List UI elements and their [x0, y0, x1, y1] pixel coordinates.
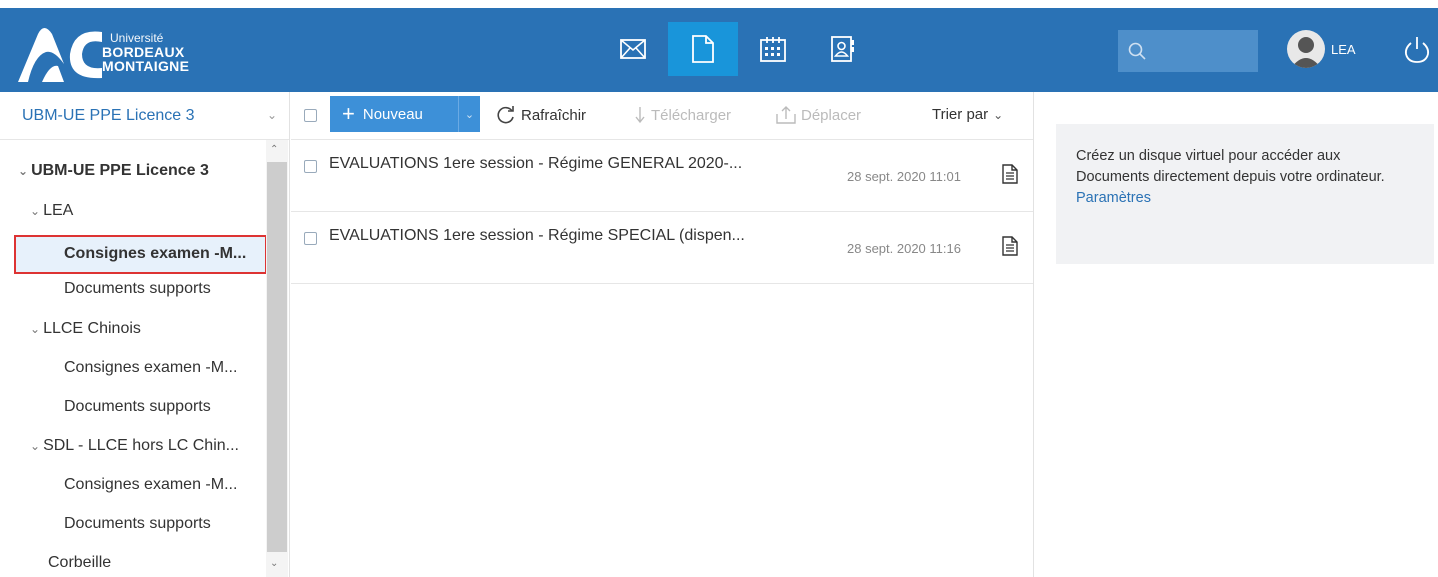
chevron-down-icon: ⌄	[993, 107, 1004, 122]
mail-icon	[620, 39, 646, 59]
search-icon	[1128, 42, 1146, 60]
scroll-down-icon[interactable]: ⌄	[270, 558, 278, 569]
user-menu[interactable]: LEA	[1287, 30, 1356, 68]
avatar	[1287, 30, 1325, 68]
scroll-up-icon[interactable]: ⌃	[270, 144, 278, 155]
download-label: Télécharger	[651, 106, 732, 124]
new-button-label: Nouveau	[362, 105, 423, 123]
download-button[interactable]: Télécharger	[634, 106, 731, 124]
pane-divider	[1033, 92, 1034, 577]
app-documents-button[interactable]	[668, 22, 738, 76]
tree-item-label: UBM-UE PPE Licence 3	[31, 162, 209, 179]
tree-item-label: Documents supports	[64, 515, 211, 532]
file-date: 28 sept. 2020 11:16	[847, 241, 961, 256]
folder-sidebar: UBM-UE PPE Licence 3 ⌄ ⌄ UBM-UE PPE Licen…	[0, 92, 290, 577]
tree-item-label: Documents supports	[64, 398, 211, 415]
file-checkbox[interactable]	[304, 232, 317, 245]
app-switcher	[598, 22, 878, 76]
logout-button[interactable]	[1404, 36, 1430, 69]
file-checkbox[interactable]	[304, 160, 317, 173]
tree-item-label: Consignes examen -M...	[64, 359, 238, 376]
contacts-icon	[831, 36, 854, 62]
chevron-down-icon: ⌄	[30, 204, 41, 218]
file-document-icon	[1002, 164, 1018, 184]
file-date: 28 sept. 2020 11:01	[847, 169, 961, 184]
tree-item-label: Consignes examen -M...	[64, 476, 238, 493]
app-calendar-button[interactable]	[738, 22, 808, 76]
tree-item-sdl-documents[interactable]: Documents supports	[64, 515, 211, 533]
search-input[interactable]	[1118, 30, 1258, 72]
drive-select-label: UBM-UE PPE Licence 3	[22, 106, 195, 124]
user-name: LEA	[1331, 41, 1356, 57]
chevron-down-icon: ⌄	[266, 108, 277, 122]
tree-item-label: Corbeille	[48, 554, 112, 571]
power-icon	[1404, 37, 1430, 63]
move-button[interactable]: Déplacer	[776, 106, 861, 124]
file-name: EVALUATIONS 1ere session - Régime GENERA…	[329, 155, 743, 172]
new-button[interactable]: + Nouveau ⌄	[330, 96, 480, 132]
chevron-down-icon: ⌄	[18, 164, 29, 178]
document-icon	[692, 35, 714, 63]
sort-button[interactable]: Trier par ⌄	[932, 106, 1003, 123]
drive-select[interactable]: UBM-UE PPE Licence 3 ⌄	[0, 92, 289, 140]
info-text: Créez un disque virtuel pour accéder aux…	[1076, 148, 1385, 186]
file-row[interactable]: EVALUATIONS 1ere session - Régime GENERA…	[291, 140, 1033, 212]
calendar-icon	[760, 37, 786, 62]
app-header: Université BORDEAUX MONTAIGNE LEA	[0, 8, 1438, 92]
tree-item-label: LEA	[43, 202, 74, 219]
tree-item-sdl[interactable]: ⌄ SDL - LLCE hors LC Chin...	[30, 437, 239, 455]
tree-item-root[interactable]: ⌄ UBM-UE PPE Licence 3	[18, 162, 209, 180]
plus-icon: +	[342, 101, 355, 126]
tree-item-label: SDL - LLCE hors LC Chin...	[43, 437, 239, 454]
download-icon	[635, 107, 645, 124]
virtual-drive-info-panel: Créez un disque virtuel pour accéder aux…	[1056, 124, 1434, 264]
university-logo[interactable]: Université BORDEAUX MONTAIGNE	[16, 22, 189, 84]
sidebar-scroll-thumb[interactable]	[267, 162, 287, 552]
file-list: EVALUATIONS 1ere session - Régime GENERA…	[291, 140, 1033, 284]
app-contacts-button[interactable]	[808, 22, 878, 76]
file-name: EVALUATIONS 1ere session - Régime SPECIA…	[329, 227, 745, 244]
tree-item-label: Consignes examen -M...	[64, 245, 247, 262]
tree-item-lea-consignes[interactable]: Consignes examen -M...	[14, 235, 267, 274]
logo-line-1: Université	[110, 31, 164, 46]
tree-item-llce-consignes[interactable]: Consignes examen -M...	[64, 359, 237, 377]
tree-item-lea[interactable]: ⌄ LEA	[30, 202, 73, 220]
tree-item-label: Documents supports	[64, 280, 211, 297]
settings-link[interactable]: Paramètres	[1076, 188, 1416, 209]
tree-item-sdl-consignes[interactable]: Consignes examen -M...	[64, 476, 237, 494]
app-mail-button[interactable]	[598, 22, 668, 76]
refresh-button[interactable]: Rafraîchir	[496, 106, 586, 124]
refresh-label: Rafraîchir	[521, 106, 587, 124]
chevron-down-icon: ⌄	[30, 322, 41, 336]
logo-mark-icon	[16, 24, 102, 82]
tree-item-corbeille[interactable]: Corbeille	[48, 554, 111, 572]
select-all-checkbox[interactable]	[304, 109, 317, 122]
chevron-down-icon[interactable]: ⌄	[458, 96, 480, 132]
tree-item-lea-documents[interactable]: Documents supports	[64, 280, 211, 298]
refresh-icon	[497, 106, 514, 124]
logo-line-2: BORDEAUX	[102, 43, 185, 60]
sort-label: Trier par	[932, 106, 989, 123]
move-label: Déplacer	[801, 106, 862, 124]
file-row[interactable]: EVALUATIONS 1ere session - Régime SPECIA…	[291, 212, 1033, 284]
move-icon	[776, 106, 796, 124]
tree-item-llce-documents[interactable]: Documents supports	[64, 398, 211, 416]
tree-item-llce-chinois[interactable]: ⌄ LLCE Chinois	[30, 320, 141, 338]
top-margin	[0, 0, 1438, 8]
logo-text: Université BORDEAUX MONTAIGNE	[102, 32, 189, 74]
chevron-down-icon: ⌄	[30, 439, 41, 453]
file-document-icon	[1002, 236, 1018, 256]
file-toolbar: + Nouveau ⌄ Rafraîchir Télécharger Dépla…	[291, 92, 1033, 140]
logo-line-3: MONTAIGNE	[102, 58, 190, 75]
folder-tree: ⌄ UBM-UE PPE Licence 3 ⌄ LEA Consignes exa…	[0, 140, 289, 577]
tree-item-label: LLCE Chinois	[43, 320, 141, 337]
